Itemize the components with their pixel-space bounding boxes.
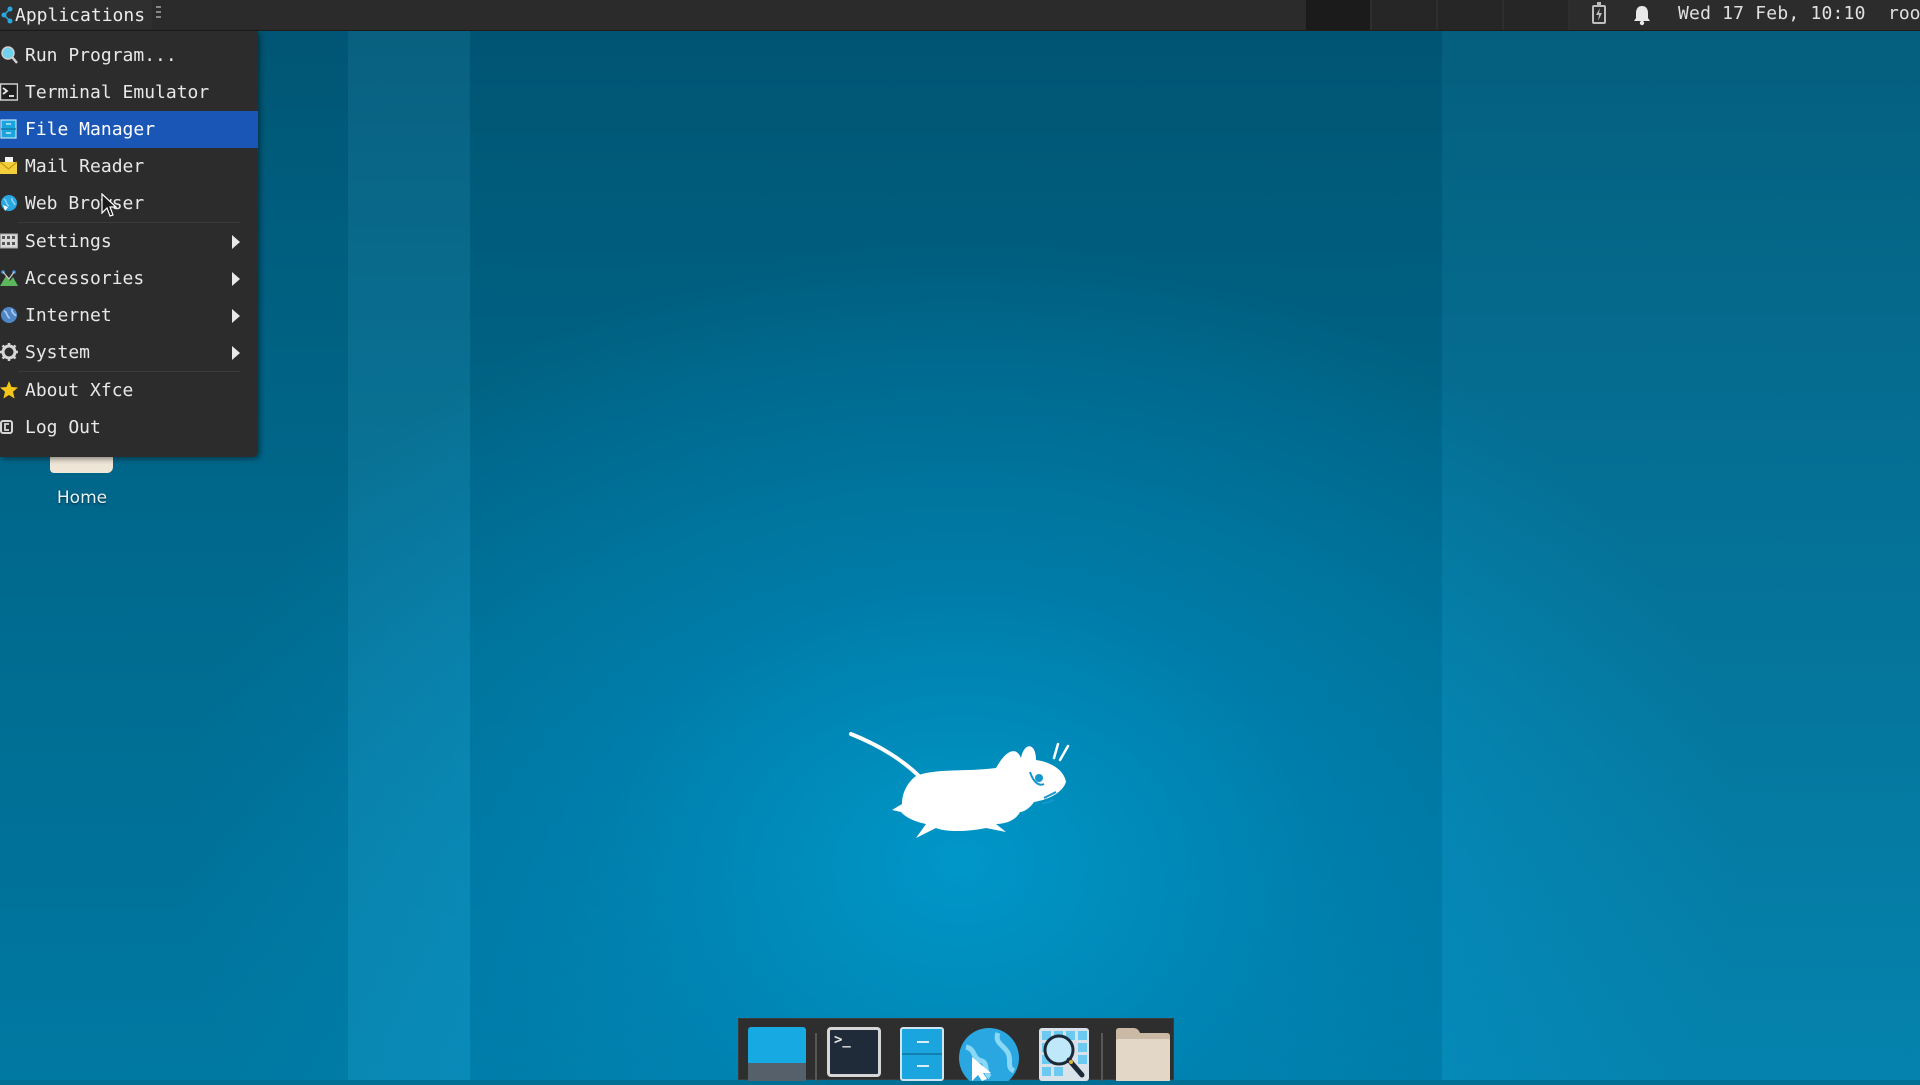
top-panel: Applications Wed 17 Feb, 10:10 root (0, 0, 1920, 31)
menu-item-file-manager[interactable]: File Manager (0, 111, 258, 148)
internet-icon (1, 307, 17, 323)
menu-item-label: Web Browser (25, 193, 145, 214)
menu-item-web-browser[interactable]: Web Browser (0, 185, 258, 222)
menu-item-label: Log Out (25, 417, 101, 438)
dock-file-manager-button[interactable] (900, 1027, 944, 1081)
background-stripe (470, 0, 1442, 1080)
dock-show-desktop-button[interactable] (748, 1027, 806, 1081)
menu-item-label: System (25, 342, 91, 363)
system-gear-icon (0, 343, 18, 361)
submenu-arrow-icon (232, 309, 240, 323)
submenu-arrow-icon (232, 235, 240, 249)
menu-item-mail-reader[interactable]: Mail Reader (0, 148, 258, 185)
menu-item-label: Settings (25, 231, 112, 252)
bottom-dock: >_ (738, 1018, 1174, 1085)
mouse-cursor-icon (101, 193, 117, 217)
terminal-icon (0, 83, 18, 101)
workspace-4[interactable] (1504, 0, 1570, 30)
battery-charging-icon[interactable] (1592, 2, 1606, 24)
applications-menu: Run Program... Terminal Emulator File Ma… (0, 31, 258, 457)
menu-item-internet[interactable]: Internet (0, 297, 258, 334)
mail-icon (0, 157, 18, 174)
menu-item-label: Run Program... (25, 45, 177, 66)
log-out-icon (0, 420, 13, 434)
web-browser-icon (1, 195, 17, 211)
background-stripe (348, 0, 470, 1080)
xfce-mouse-logo (849, 732, 1070, 838)
menu-item-label: File Manager (25, 119, 156, 140)
menu-item-label: Accessories (25, 268, 145, 289)
dock-app-finder-button[interactable] (1038, 1027, 1090, 1081)
menu-item-terminal-emulator[interactable]: Terminal Emulator (0, 74, 258, 111)
menu-item-label: Internet (25, 305, 112, 326)
file-cabinet-icon (900, 1027, 944, 1081)
desktop-background[interactable] (0, 0, 1920, 1080)
workspace-switcher (1306, 0, 1570, 30)
workspace-1[interactable] (1306, 0, 1372, 30)
system-tray: Wed 17 Feb, 10:10 root (1570, 0, 1920, 30)
terminal-icon: >_ (827, 1027, 881, 1077)
settings-icon (0, 233, 18, 249)
applications-label: Applications (15, 4, 146, 26)
submenu-arrow-icon (232, 346, 240, 360)
folder-icon (1116, 1028, 1170, 1081)
run-program-icon (1, 46, 18, 64)
menu-item-run-program[interactable]: Run Program... (0, 37, 258, 74)
clock[interactable]: Wed 17 Feb, 10:10 (1678, 3, 1866, 24)
dock-home-folder-button[interactable] (1114, 1027, 1172, 1081)
globe-icon (959, 1028, 1019, 1085)
menu-item-log-out[interactable]: Log Out (0, 409, 258, 446)
magnifier-icon (1039, 1028, 1089, 1081)
dock-separator (1101, 1033, 1103, 1081)
dock-terminal-button[interactable]: >_ (827, 1027, 881, 1081)
dock-web-browser-button[interactable] (958, 1027, 1020, 1085)
accessories-icon (0, 270, 18, 286)
background-stripe (1442, 0, 1920, 1080)
menu-item-label: Terminal Emulator (25, 82, 210, 103)
menu-item-settings[interactable]: Settings (0, 223, 258, 260)
dock-separator (815, 1033, 817, 1081)
applications-menu-button[interactable]: Applications (0, 0, 152, 30)
menu-item-label: About Xfce (25, 380, 134, 401)
home-desktop-label[interactable]: Home (52, 488, 112, 508)
file-manager-icon (0, 119, 17, 139)
menu-item-accessories[interactable]: Accessories (0, 260, 258, 297)
submenu-arrow-icon (232, 272, 240, 286)
panel-handle-icon[interactable] (156, 6, 162, 22)
workspace-2[interactable] (1372, 0, 1438, 30)
show-desktop-icon (748, 1027, 806, 1063)
menu-item-label: Mail Reader (25, 156, 145, 177)
menu-item-about-xfce[interactable]: About Xfce (0, 372, 258, 409)
workspace-3[interactable] (1438, 0, 1504, 30)
xfce-menu-icon (1, 6, 13, 24)
star-icon (0, 381, 18, 399)
user-name[interactable]: root (1888, 3, 1920, 24)
menu-item-system[interactable]: System (0, 334, 258, 371)
bell-icon[interactable] (1632, 4, 1652, 26)
